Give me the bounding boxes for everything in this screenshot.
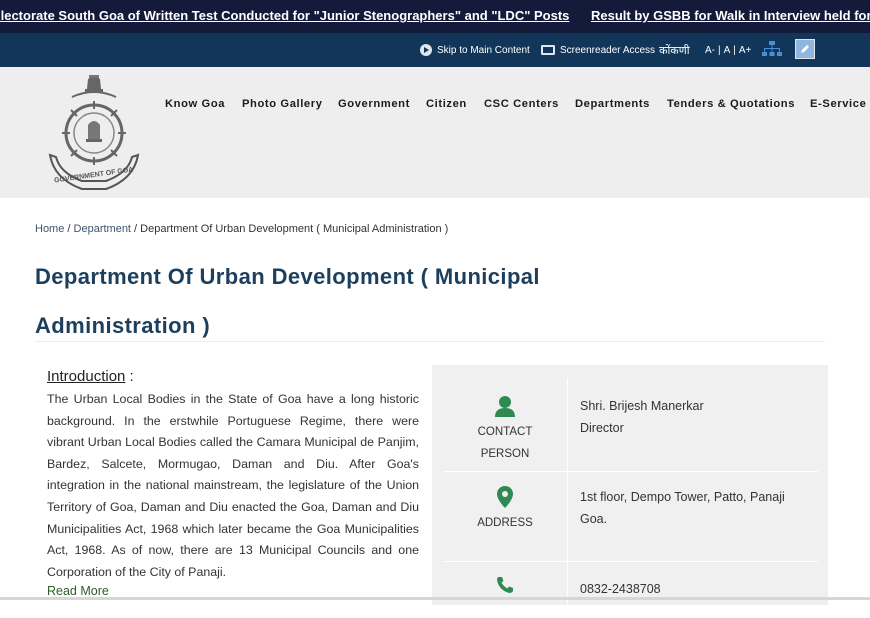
nav-know-goa[interactable]: Know Goa — [165, 98, 225, 110]
page-title: Department Of Urban Development ( Munici… — [35, 264, 540, 338]
location-pin-icon — [497, 486, 513, 508]
contact-person-role: Director — [580, 421, 624, 435]
monitor-icon — [541, 45, 555, 55]
screenreader-access-link[interactable]: Screenreader Access — [541, 33, 655, 67]
font-increase-button[interactable]: A+ — [739, 45, 752, 56]
language-label: कोंकणी — [659, 44, 690, 57]
introduction-colon: : — [125, 368, 134, 385]
language-konkani-link[interactable]: कोंकणी — [659, 33, 690, 67]
skip-icon — [420, 44, 432, 56]
introduction-text: The Urban Local Bodies in the State of G… — [47, 392, 419, 579]
breadcrumb-current: Department Of Urban Development ( Munici… — [140, 223, 449, 235]
address-line-2: Goa. — [580, 512, 608, 526]
breadcrumb: Home / Department / Department Of Urban … — [35, 223, 448, 235]
contact-person-label-line1: CONTACT — [477, 426, 533, 438]
introduction-heading-text: Introduction — [47, 368, 126, 385]
nav-photo-gallery[interactable]: Photo Gallery — [242, 98, 323, 110]
divider — [35, 341, 825, 342]
nav-csc-centers[interactable]: CSC Centers — [484, 98, 559, 110]
skip-to-main-link[interactable]: Skip to Main Content — [420, 33, 530, 67]
breadcrumb-separator: / — [131, 223, 141, 235]
read-more-link[interactable]: Read More — [47, 584, 109, 598]
government-of-goa-emblem[interactable]: GOVERNMENT OF GOA — [44, 73, 144, 197]
font-normal-button[interactable]: A — [724, 45, 731, 56]
site-header: GOVERNMENT OF GOA Know Goa Photo Gallery… — [0, 67, 870, 198]
divider — [443, 561, 818, 562]
nav-tenders-quotations[interactable]: Tenders & Quotations — [667, 98, 795, 110]
nav-citizen[interactable]: Citizen — [426, 98, 467, 110]
font-separator: | — [718, 44, 721, 56]
screenreader-label: Screenreader Access — [560, 44, 656, 56]
address-label: ADDRESS — [477, 517, 533, 529]
sitemap-icon[interactable] — [762, 40, 782, 58]
person-icon — [495, 396, 515, 417]
nav-e-service[interactable]: E-Service — [810, 98, 866, 110]
introduction-heading: Introduction : — [47, 368, 134, 385]
contact-panel: CONTACT PERSON Shri. Brijesh Manerkar Di… — [432, 365, 828, 618]
breadcrumb-department[interactable]: Department — [74, 223, 131, 235]
skip-label: Skip to Main Content — [437, 44, 530, 56]
nav-departments[interactable]: Departments — [575, 98, 650, 110]
breadcrumb-home[interactable]: Home — [35, 223, 64, 235]
font-size-controls: A- | A | A+ — [705, 33, 751, 67]
divider — [567, 378, 568, 618]
phone-icon — [497, 577, 513, 593]
nav-government[interactable]: Government — [338, 98, 410, 110]
ticker-item[interactable]: Result by GSBB for Walk in Interview hel… — [591, 8, 870, 23]
contact-person-label-line2: PERSON — [480, 448, 530, 460]
font-separator: | — [733, 44, 736, 56]
breadcrumb-separator: / — [64, 223, 74, 235]
font-decrease-button[interactable]: A- — [705, 45, 715, 56]
news-ticker: llectorate South Goa of Written Test Con… — [0, 0, 870, 33]
address-line-1: 1st floor, Dempo Tower, Patto, Panaji — [580, 490, 785, 504]
edit-icon[interactable] — [795, 39, 815, 59]
divider — [443, 471, 818, 472]
ticker-item[interactable]: llectorate South Goa of Written Test Con… — [0, 8, 569, 23]
contact-person-name: Shri. Brijesh Manerkar — [580, 399, 704, 413]
